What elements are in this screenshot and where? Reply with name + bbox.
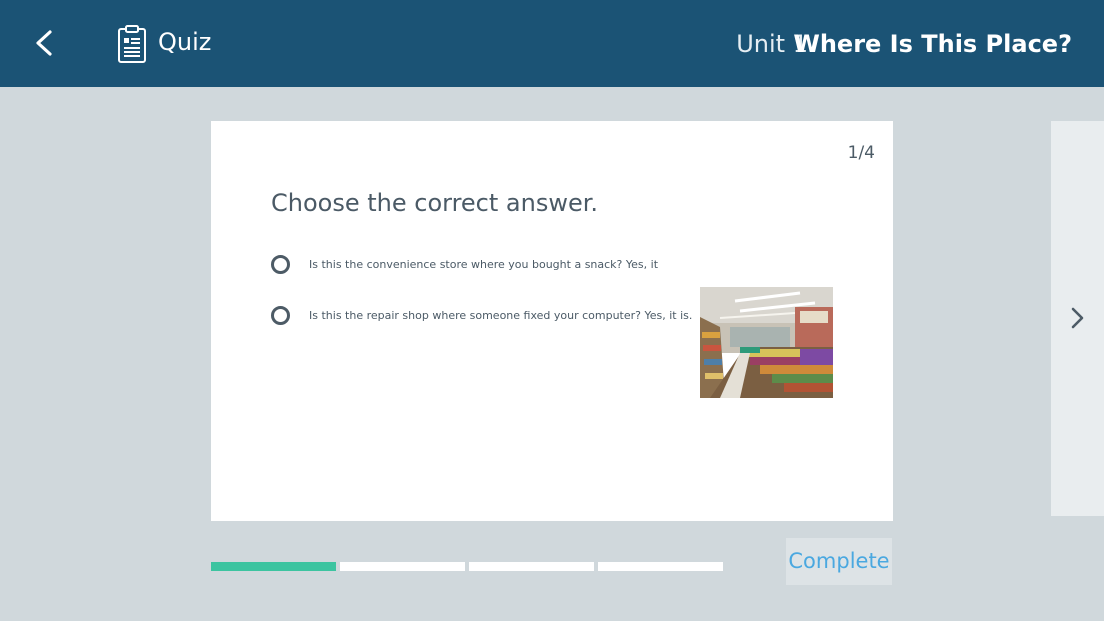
lesson-title: Where Is This Place? — [793, 30, 1072, 58]
top-bar: Quiz Unit 1 Where Is This Place? — [0, 0, 1104, 87]
progress-segment — [469, 562, 594, 571]
chevron-right-icon — [1071, 307, 1084, 329]
progress-segment — [340, 562, 465, 571]
progress-segment — [598, 562, 723, 571]
question-card: 1/4 Choose the correct answer. Is this t… — [211, 121, 893, 521]
radio-button[interactable] — [271, 305, 290, 325]
complete-button[interactable]: Complete — [786, 538, 892, 585]
section-label: Quiz — [158, 28, 212, 56]
progress-segment — [211, 562, 336, 571]
next-question-button[interactable] — [1051, 121, 1104, 516]
back-button[interactable] — [26, 22, 66, 64]
question-prompt: Choose the correct answer. — [271, 189, 599, 217]
clipboard-icon — [116, 24, 148, 64]
radio-button[interactable] — [271, 254, 290, 274]
convenience-store-photo — [700, 287, 833, 398]
question-counter: 1/4 — [847, 143, 875, 163]
answer-option-1[interactable]: Is this the convenience store where you … — [271, 252, 658, 276]
answer-option-label: Is this the convenience store where you … — [309, 257, 659, 271]
chevron-left-icon — [36, 30, 52, 56]
answer-option-2[interactable]: Is this the repair shop where someone fi… — [271, 303, 692, 327]
progress-bar — [211, 562, 723, 572]
answer-option-label: Is this the repair shop where someone fi… — [309, 308, 693, 322]
